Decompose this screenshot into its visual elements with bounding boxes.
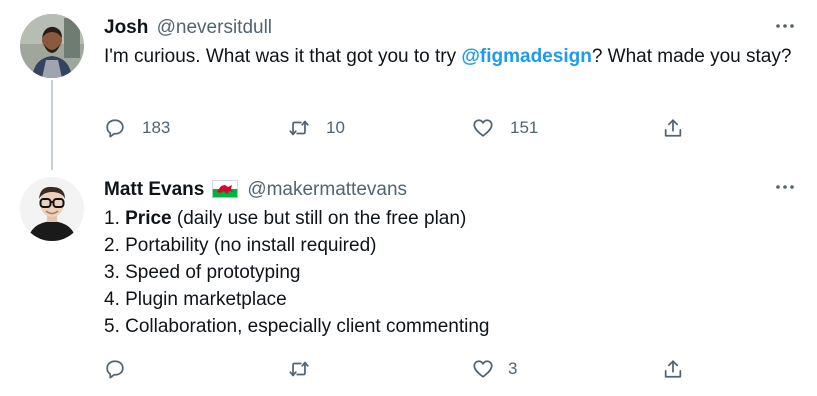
like-count: 3 bbox=[508, 359, 518, 378]
avatar[interactable] bbox=[20, 177, 84, 241]
reply-icon bbox=[106, 119, 124, 138]
more-options-button[interactable] bbox=[773, 177, 797, 197]
tweet-text-part: ? What made you stay? bbox=[591, 46, 792, 67]
tweet-actions: 183 10 151 bbox=[104, 116, 704, 140]
tweet-actions: 3 bbox=[104, 357, 704, 381]
tweet-header: Matt Evans @makermattevans bbox=[104, 178, 407, 205]
like-button[interactable]: 151 bbox=[472, 116, 538, 140]
retweet-button[interactable] bbox=[288, 357, 326, 381]
retweet-icon bbox=[289, 361, 309, 377]
reply-icon bbox=[106, 360, 124, 379]
heart-icon bbox=[473, 119, 493, 137]
retweet-icon bbox=[289, 120, 309, 136]
list-item: 2. Portability (no install required) bbox=[104, 235, 377, 256]
list-item: 5. Collaboration, especially client comm… bbox=[104, 316, 490, 337]
wales-flag-icon bbox=[212, 180, 239, 205]
like-button[interactable]: 3 bbox=[472, 357, 517, 381]
list-item-bold: Price bbox=[125, 208, 172, 229]
reply-button[interactable]: 183 bbox=[104, 116, 170, 140]
more-options-button[interactable] bbox=[773, 16, 797, 36]
user-handle[interactable]: @neversitdull bbox=[157, 17, 272, 38]
tweet-header: Josh @neversitdull bbox=[104, 16, 272, 40]
list-item-rest: (daily use but still on the free plan) bbox=[171, 208, 467, 229]
share-icon bbox=[664, 119, 682, 137]
list-item: 3. Speed of prototyping bbox=[104, 262, 301, 283]
list-item: 4. Plugin marketplace bbox=[104, 289, 287, 310]
tweet-text-part: I'm curious. What was it that got you to… bbox=[104, 46, 462, 67]
retweet-button[interactable]: 10 bbox=[288, 116, 345, 140]
reply-button[interactable] bbox=[104, 357, 142, 381]
reply-count: 183 bbox=[142, 118, 171, 137]
share-button[interactable] bbox=[662, 357, 684, 381]
list-item-prefix: 1. bbox=[104, 208, 126, 229]
like-count: 151 bbox=[510, 118, 539, 137]
share-icon bbox=[664, 360, 682, 378]
avatar[interactable] bbox=[20, 14, 84, 78]
list-item: 1. Price (daily use but still on the fre… bbox=[104, 205, 797, 232]
share-button[interactable] bbox=[662, 116, 684, 140]
display-name[interactable]: Josh bbox=[104, 17, 148, 38]
display-name[interactable]: Matt Evans bbox=[104, 179, 204, 200]
mention-link[interactable]: @figmadesign bbox=[461, 46, 591, 67]
tweet-text: 1. Price (daily use but still on the fre… bbox=[104, 205, 797, 340]
user-handle[interactable]: @makermattevans bbox=[247, 179, 407, 200]
tweet-text: I'm curious. What was it that got you to… bbox=[104, 43, 797, 71]
heart-icon bbox=[473, 360, 493, 378]
more-dots-icon bbox=[776, 185, 794, 189]
tweet: Matt Evans @makermattevans 1. Price (dai… bbox=[0, 165, 817, 396]
tweet: Josh @neversitdull I'm curious. What was… bbox=[0, 0, 817, 165]
retweet-count: 10 bbox=[326, 118, 345, 137]
more-dots-icon bbox=[776, 24, 794, 28]
